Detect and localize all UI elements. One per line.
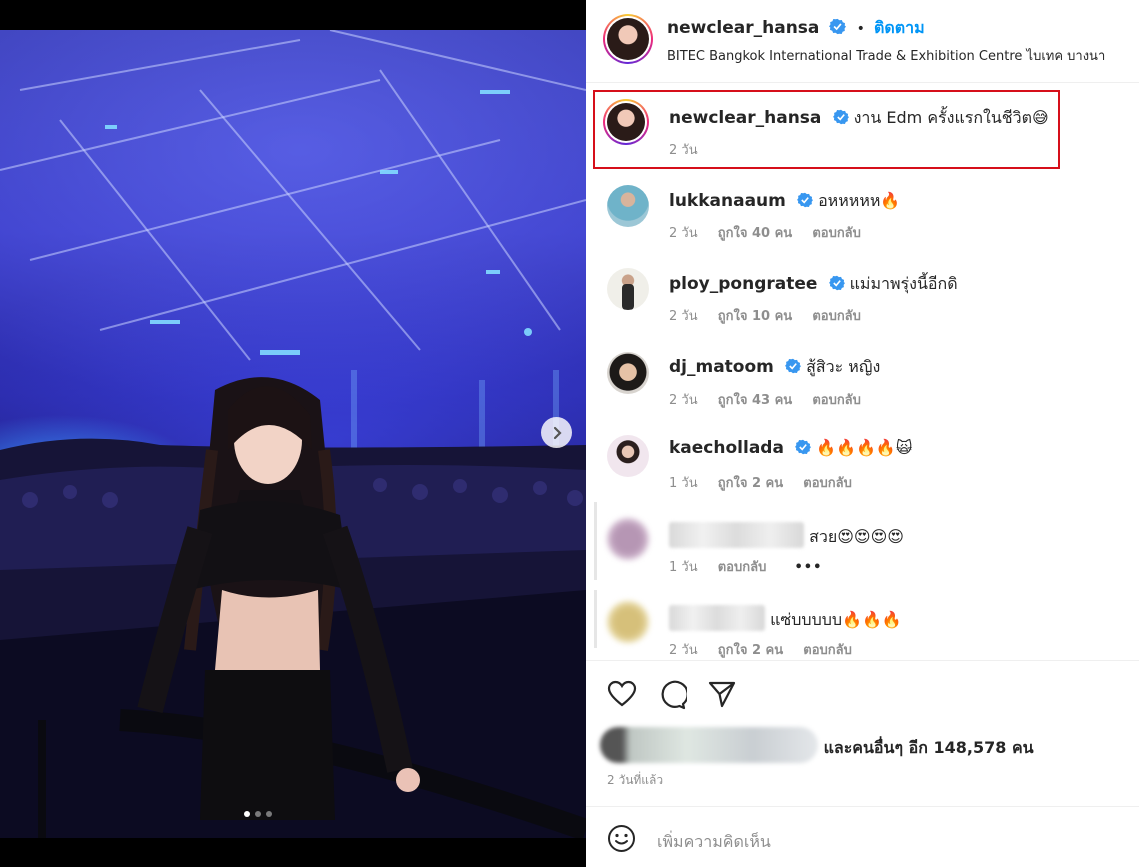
next-image-button[interactable]	[541, 417, 572, 448]
follow-button[interactable]: ติดตาม	[874, 18, 925, 37]
post-actions: และคนอื่นๆ อีก 148,578 คน 2 วันที่แล้ว	[586, 660, 1139, 810]
comment-avatar[interactable]	[607, 435, 649, 477]
reply-button[interactable]: ตอบกลับ	[718, 560, 767, 575]
more-options-button[interactable]: •••	[794, 560, 822, 575]
reply-button[interactable]: ตอบกลับ	[803, 476, 852, 491]
comment-meta: 2 วัน ถูกใจ 40 คน ตอบกลับ	[669, 222, 877, 243]
smiley-icon[interactable]	[607, 824, 636, 853]
comment-avatar[interactable]	[607, 601, 649, 643]
comment-time[interactable]: 2 วัน	[669, 643, 698, 658]
comment: lukkanaaum อหหหหห🔥	[669, 189, 900, 214]
verified-badge-icon	[796, 192, 813, 208]
comment-username[interactable]: dj_matoom	[669, 357, 774, 377]
comment-time[interactable]: 1 วัน	[669, 560, 698, 575]
blurred-likers	[600, 727, 818, 763]
caption-time[interactable]: 2 วัน	[669, 143, 698, 158]
comment-divider	[594, 502, 597, 580]
reply-button[interactable]: ตอบกลับ	[812, 226, 861, 241]
reply-button[interactable]: ตอบกลับ	[803, 643, 852, 658]
comment-meta: 2 วัน ถูกใจ 2 คน ตอบกลับ	[669, 639, 868, 660]
comment-likes[interactable]: ถูกใจ 43 คน	[718, 393, 792, 408]
comment-likes[interactable]: ถูกใจ 2 คน	[718, 643, 783, 658]
comment-text: แม่มาพรุ่งนี้อีกดิ	[849, 274, 958, 293]
photo-scene	[0, 30, 586, 838]
post-media	[0, 0, 586, 867]
comment-meta: 1 วัน ตอบกลับ •••	[669, 556, 838, 577]
carousel-indicator	[244, 811, 272, 817]
comment-time[interactable]: 2 วัน	[669, 393, 698, 408]
comment: dj_matoom สู้สิวะ หญิง	[669, 355, 880, 380]
caption-username[interactable]: newclear_hansa	[669, 108, 821, 128]
comment-input[interactable]: เพิ่มความคิดเห็น	[657, 830, 771, 855]
post-sidebar: newclear_hansa • ติดตาม BITEC Bangkok In…	[586, 0, 1139, 867]
comment-time[interactable]: 1 วัน	[669, 476, 698, 491]
comment-avatar[interactable]	[607, 185, 649, 227]
carousel-dot	[266, 811, 272, 817]
heart-icon[interactable]	[607, 680, 637, 708]
reply-button[interactable]: ตอบกลับ	[812, 393, 861, 408]
post-header: newclear_hansa • ติดตาม BITEC Bangkok In…	[586, 0, 1139, 83]
comment-text: สวย😍😍😍😍	[809, 527, 904, 546]
comment-text: สู้สิวะ หญิง	[806, 357, 881, 376]
add-comment-bar: เพิ่มความคิดเห็น	[586, 806, 1139, 867]
comment-username[interactable]: kaechollada	[669, 438, 784, 458]
reply-button[interactable]: ตอบกลับ	[812, 309, 861, 324]
comment-meta: 2 วัน ถูกใจ 43 คน ตอบกลับ	[669, 389, 877, 410]
share-icon[interactable]	[707, 680, 737, 708]
comment: kaechollada 🔥🔥🔥🔥🙀	[669, 438, 913, 458]
comment-avatar[interactable]	[607, 352, 649, 394]
caption-avatar[interactable]	[603, 99, 649, 145]
comment-likes[interactable]: ถูกใจ 10 คน	[718, 309, 792, 324]
comment-text: แซ่บบบบบ🔥🔥🔥	[770, 610, 902, 629]
post-location[interactable]: BITEC Bangkok International Trade & Exhi…	[667, 45, 1105, 66]
post-time[interactable]: 2 วันที่แล้ว	[607, 771, 663, 790]
separator-dot: •	[856, 21, 865, 37]
verified-badge-icon	[832, 109, 849, 125]
comment-divider	[594, 590, 597, 648]
comment: สวย😍😍😍😍	[669, 522, 904, 550]
verified-badge-icon	[828, 275, 845, 291]
caption-meta: 2 วัน	[669, 139, 714, 160]
author-username[interactable]: newclear_hansa	[667, 18, 819, 38]
blurred-username[interactable]	[669, 605, 765, 631]
comment: ploy_pongratee แม่มาพรุ่งนี้อีกดิ	[669, 272, 958, 297]
likes-text: และคนอื่นๆ อีก 148,578 คน	[823, 738, 1034, 757]
likes-summary[interactable]: และคนอื่นๆ อีก 148,578 คน	[600, 727, 1034, 763]
comment-avatar[interactable]	[607, 518, 649, 560]
comment-text: 🔥🔥🔥🔥🙀	[816, 438, 913, 457]
verified-badge-icon	[784, 358, 801, 374]
comment-username[interactable]: lukkanaaum	[669, 191, 786, 211]
comment-icon[interactable]	[657, 680, 687, 710]
comment-text: อหหหหห🔥	[818, 191, 901, 210]
comment-meta: 2 วัน ถูกใจ 10 คน ตอบกลับ	[669, 305, 877, 326]
comment-meta: 1 วัน ถูกใจ 2 คน ตอบกลับ	[669, 472, 868, 493]
author-avatar[interactable]	[603, 14, 653, 64]
post-photo	[0, 30, 586, 838]
carousel-dot	[255, 811, 261, 817]
comment-time[interactable]: 2 วัน	[669, 226, 698, 241]
comment-likes[interactable]: ถูกใจ 2 คน	[718, 476, 783, 491]
comment-time[interactable]: 2 วัน	[669, 309, 698, 324]
chevron-right-icon	[553, 426, 562, 439]
caption-text: งาน Edm ครั้งแรกในชีวิต😅	[853, 108, 1049, 127]
verified-badge-icon	[795, 439, 812, 455]
comment-avatar[interactable]	[607, 268, 649, 310]
comment-username[interactable]: ploy_pongratee	[669, 274, 817, 294]
comment-likes[interactable]: ถูกใจ 40 คน	[718, 226, 792, 241]
blurred-username[interactable]	[669, 522, 804, 548]
carousel-dot	[244, 811, 250, 817]
comment: แซ่บบบบบ🔥🔥🔥	[669, 605, 902, 633]
caption: newclear_hansa งาน Edm ครั้งแรกในชีวิต😅	[669, 106, 1049, 131]
verified-badge-icon	[828, 18, 846, 35]
